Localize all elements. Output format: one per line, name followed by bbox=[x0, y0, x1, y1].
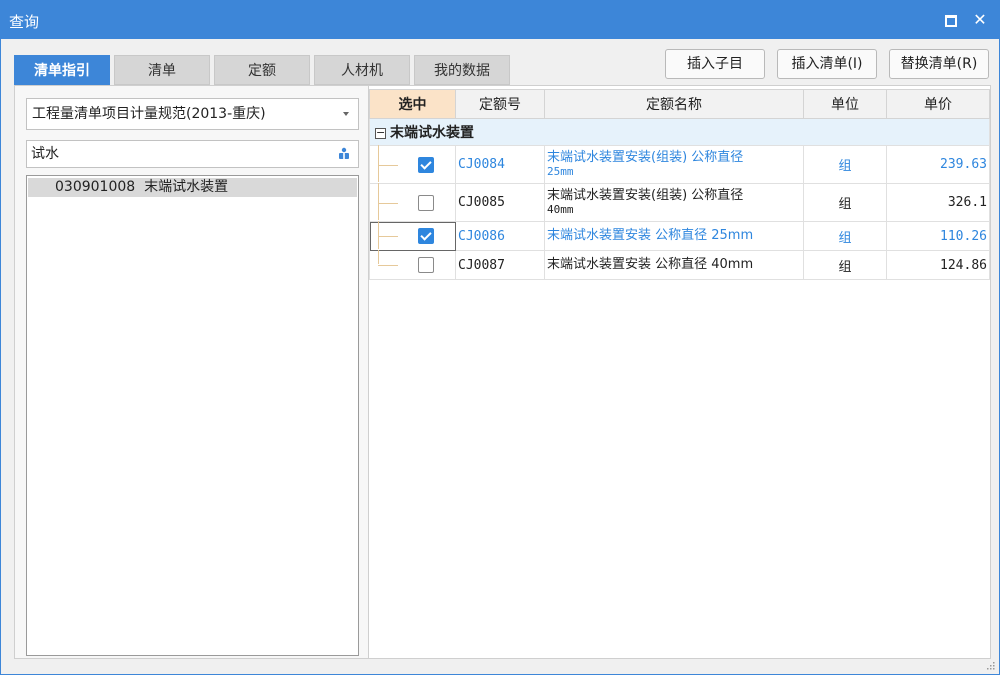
tree-line bbox=[378, 145, 380, 182]
row-code: CJ0084 bbox=[455, 145, 545, 184]
content-area: 工程量清单项目计量规范(2013-重庆) 试水 030901008 末端试水装置 bbox=[14, 85, 991, 659]
row-name: 末端试水装置安装 公称直径 40mm bbox=[544, 250, 804, 280]
tree-line bbox=[378, 250, 380, 264]
resize-grip-icon[interactable] bbox=[987, 662, 995, 670]
tree-line bbox=[378, 164, 398, 166]
table-row[interactable]: CJ0087 末端试水装置安装 公称直径 40mm 组 124.86 bbox=[369, 250, 990, 280]
search-person-icon[interactable] bbox=[338, 147, 350, 160]
column-header-code[interactable]: 定额号 bbox=[455, 89, 545, 119]
tree-line bbox=[378, 183, 380, 220]
maximize-icon bbox=[945, 15, 957, 27]
table-row[interactable]: CJ0085 末端试水装置安装(组装) 公称直径 40mm 组 326.1 bbox=[369, 183, 990, 222]
tree-line bbox=[378, 236, 398, 237]
spec-select[interactable]: 工程量清单项目计量规范(2013-重庆) bbox=[26, 98, 359, 130]
chevron-down-icon bbox=[343, 112, 349, 116]
column-header-unit[interactable]: 单位 bbox=[803, 89, 887, 119]
column-header-price[interactable]: 单价 bbox=[886, 89, 990, 119]
row-name-line2: 40mm bbox=[547, 202, 574, 216]
tree-line bbox=[378, 221, 380, 249]
quota-table: 选中 定额号 定额名称 单位 单价 − 末端试水装置 CJ0084 末端试水装置安… bbox=[369, 89, 990, 280]
row-name: 末端试水装置安装(组装) 公称直径 40mm bbox=[544, 183, 804, 222]
row-price: 326.1 bbox=[886, 183, 990, 222]
close-button[interactable]: ✕ bbox=[969, 9, 991, 31]
row-name-line2: 25mm bbox=[547, 164, 574, 178]
tree-line bbox=[378, 202, 398, 204]
tab-my-data[interactable]: 我的数据 bbox=[414, 55, 510, 85]
tab-quota[interactable]: 定额 bbox=[214, 55, 310, 85]
row-checkbox[interactable] bbox=[418, 156, 434, 173]
tab-list[interactable]: 清单 bbox=[114, 55, 210, 85]
maximize-button[interactable] bbox=[939, 9, 961, 31]
insert-child-button[interactable]: 插入子目 bbox=[665, 49, 765, 79]
row-unit: 组 bbox=[803, 221, 887, 251]
row-code: CJ0087 bbox=[455, 250, 545, 280]
spec-select-value: 工程量清单项目计量规范(2013-重庆) bbox=[32, 106, 266, 122]
row-checkbox[interactable] bbox=[418, 257, 434, 273]
row-checkbox[interactable] bbox=[418, 194, 434, 211]
row-unit: 组 bbox=[803, 183, 887, 222]
tree-item[interactable]: 030901008 末端试水装置 bbox=[28, 178, 357, 197]
query-dialog: 查询 ✕ 清单指引 清单 定额 人材机 我的数据 插入子目 插入清单(I) 替换… bbox=[0, 0, 1000, 675]
tab-list-guide[interactable]: 清单指引 bbox=[14, 55, 110, 85]
row-price: 110.26 bbox=[886, 221, 990, 251]
insert-list-button[interactable]: 插入清单(I) bbox=[777, 49, 877, 79]
left-panel: 工程量清单项目计量规范(2013-重庆) 试水 030901008 末端试水装置 bbox=[15, 86, 369, 658]
column-header-selected[interactable]: 选中 bbox=[369, 89, 456, 119]
collapse-icon[interactable]: − bbox=[375, 127, 386, 139]
row-checkbox[interactable] bbox=[418, 228, 434, 244]
row-price: 239.63 bbox=[886, 145, 990, 184]
row-name-line1: 末端试水装置安装(组装) 公称直径 bbox=[547, 149, 744, 165]
table-row[interactable]: CJ0086 末端试水装置安装 公称直径 25mm 组 110.26 bbox=[369, 221, 990, 251]
row-price: 124.86 bbox=[886, 250, 990, 280]
title-bar[interactable]: 查询 ✕ bbox=[1, 1, 999, 39]
column-header-name[interactable]: 定额名称 bbox=[544, 89, 804, 119]
tab-labor-material-machine[interactable]: 人材机 bbox=[314, 55, 410, 85]
search-input-value: 试水 bbox=[31, 146, 59, 162]
group-title: 末端试水装置 bbox=[390, 125, 474, 141]
group-row[interactable]: − 末端试水装置 bbox=[369, 118, 990, 146]
row-name-line1: 末端试水装置安装(组装) 公称直径 bbox=[547, 187, 744, 203]
row-unit: 组 bbox=[803, 250, 887, 280]
row-name: 末端试水装置安装(组装) 公称直径 25mm bbox=[544, 145, 804, 184]
quota-grid-panel: 选中 定额号 定额名称 单位 单价 − 末端试水装置 CJ0084 末端试水装置安… bbox=[369, 86, 990, 658]
row-unit: 组 bbox=[803, 145, 887, 184]
row-name: 末端试水装置安装 公称直径 25mm bbox=[544, 221, 804, 251]
replace-list-button[interactable]: 替换清单(R) bbox=[889, 49, 989, 79]
search-input[interactable]: 试水 bbox=[26, 140, 359, 168]
row-code: CJ0085 bbox=[455, 183, 545, 222]
tree-line bbox=[378, 265, 398, 266]
tree-item-code: 030901008 bbox=[55, 179, 136, 195]
window-title: 查询 bbox=[9, 13, 40, 31]
table-row[interactable]: CJ0084 末端试水装置安装(组装) 公称直径 25mm 组 239.63 bbox=[369, 145, 990, 184]
list-tree[interactable]: 030901008 末端试水装置 bbox=[26, 175, 359, 656]
row-code: CJ0086 bbox=[455, 221, 545, 251]
tree-item-name: 末端试水装置 bbox=[144, 179, 229, 195]
